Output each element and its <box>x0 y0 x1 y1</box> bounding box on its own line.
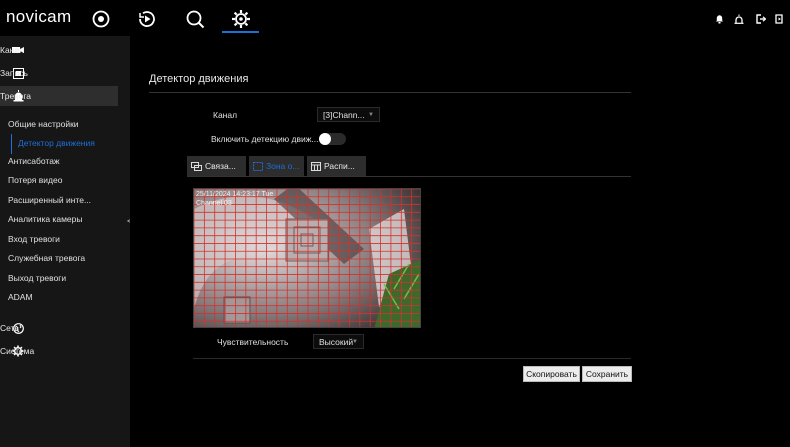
logout-icon[interactable] <box>756 14 767 24</box>
sidebar-subitem-tamper[interactable]: Антисаботаж <box>8 153 60 169</box>
tabs-divider <box>187 176 631 177</box>
camera-frame <box>194 189 420 327</box>
copy-button[interactable]: Скопировать <box>523 366 580 382</box>
sensitivity-select[interactable]: Высокий ▼ <box>313 334 364 349</box>
sidebar-subitem-alarm-input[interactable]: Вход тревоги <box>8 231 60 247</box>
linkage-icon <box>191 161 202 171</box>
brand-logo: novicam <box>6 7 72 26</box>
sidebar-subitem-service-alarm[interactable]: Служебная тревога <box>8 250 85 266</box>
selected-item-indicator <box>11 134 12 154</box>
sidebar: Канал Запись Тревога Общие настройки Дет… <box>0 36 130 447</box>
zone-icon <box>253 161 263 171</box>
sidebar-item-channel[interactable]: Канал <box>0 40 118 60</box>
tab-zone[interactable]: Зона о... <box>249 156 304 176</box>
chevron-down-icon: ▼ <box>368 111 374 118</box>
chevron-down-icon: ▼ <box>352 338 358 345</box>
calendar-icon <box>311 161 321 171</box>
sidebar-group-label: Тревога <box>0 91 31 101</box>
exit-icon[interactable] <box>775 14 785 24</box>
sidebar-subitem-analytics[interactable]: Аналитика камеры <box>8 211 82 227</box>
enable-motion-toggle[interactable] <box>319 133 346 145</box>
sensitivity-select-value: Высокий <box>319 336 354 347</box>
tab-schedule[interactable]: Распи... <box>307 156 366 176</box>
sidebar-subitem-adam[interactable]: ADAM <box>8 289 33 305</box>
title-divider <box>149 92 631 93</box>
sidebar-item-network[interactable]: Сеть <box>0 318 118 338</box>
sidebar-subitem-video-loss[interactable]: Потеря видео <box>8 172 62 188</box>
tab-label: Связа... <box>205 161 236 171</box>
osd-channel-name: Channel 03 <box>196 200 232 207</box>
top-bar: novicam <box>0 0 790 36</box>
page-title: Детектор движения <box>149 73 249 85</box>
sidebar-group-label: Система <box>0 346 35 356</box>
settings-icon[interactable] <box>230 8 252 30</box>
sidebar-subitem-advanced[interactable]: Расширенный инте... <box>8 192 91 208</box>
form-divider <box>193 358 631 359</box>
bell-icon[interactable] <box>715 14 724 24</box>
search-icon[interactable] <box>184 8 206 30</box>
alarm-icon[interactable] <box>734 14 744 24</box>
toggle-knob <box>319 133 331 145</box>
sidebar-subitem-motion[interactable]: Детектор движения <box>18 135 95 151</box>
playback-icon[interactable] <box>136 8 158 30</box>
sidebar-subitem-alarm-output[interactable]: Выход тревоги <box>8 270 66 286</box>
sidebar-item-system[interactable]: Система <box>0 341 118 361</box>
sidebar-group-label: Канал <box>0 45 25 55</box>
tab-linkage[interactable]: Связа... <box>187 156 246 176</box>
channel-select-value: [3]Chann... <box>323 109 365 120</box>
channel-label: Канал <box>213 110 238 120</box>
sidebar-item-record[interactable]: Запись <box>0 63 118 83</box>
tab-label: Распи... <box>324 161 355 171</box>
save-button[interactable]: Сохранить <box>582 366 632 382</box>
tab-label: Зона о... <box>266 161 300 171</box>
live-view-icon[interactable] <box>90 8 112 30</box>
active-nav-indicator <box>222 31 259 33</box>
channel-select[interactable]: [3]Chann... ▼ <box>317 107 380 122</box>
sidebar-item-alarm[interactable]: Тревога <box>0 86 118 106</box>
sidebar-group-label: Запись <box>0 68 28 78</box>
enable-motion-label: Включить детекцию движ... <box>211 134 319 144</box>
sidebar-subitem-general[interactable]: Общие настройки <box>8 116 79 132</box>
sidebar-group-label: Сеть <box>0 323 19 333</box>
motion-zone-preview[interactable]: 25/11/2024 14:23:17 Tue Channel 03 <box>193 188 421 328</box>
osd-timestamp: 25/11/2024 14:23:17 Tue <box>196 191 274 198</box>
sensitivity-label: Чувствительность <box>217 337 289 347</box>
